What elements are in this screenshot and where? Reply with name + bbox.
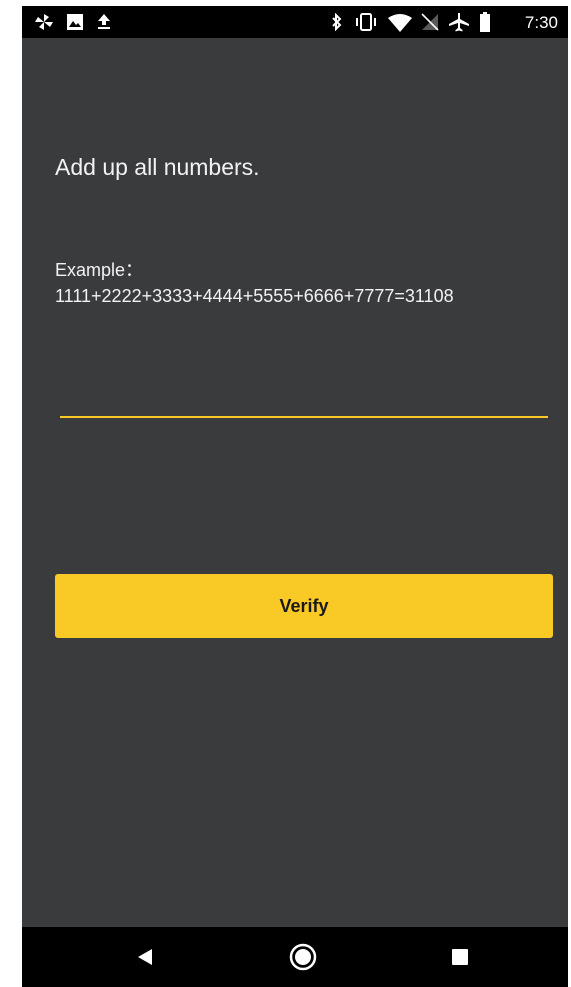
- upload-icon: [98, 14, 110, 29]
- navigation-bar: [22, 927, 568, 987]
- example-label: Example：: [55, 260, 144, 280]
- image-icon: [67, 14, 83, 30]
- verify-button[interactable]: Verify: [55, 574, 553, 638]
- phone-screen: 7:30 Add up all numbers. Example： 1111+2…: [22, 6, 568, 987]
- home-icon[interactable]: [289, 943, 317, 971]
- page-title: Add up all numbers.: [55, 154, 260, 180]
- recents-icon[interactable]: [452, 949, 468, 965]
- battery-icon: [480, 12, 490, 32]
- vibrate-icon: [356, 13, 376, 31]
- status-bar: 7:30: [22, 6, 568, 38]
- pinwheel-icon: [35, 14, 53, 30]
- bluetooth-icon: [332, 13, 342, 31]
- wifi-icon: [388, 14, 412, 32]
- status-time: 7:30: [524, 13, 558, 32]
- example-equation: 1111+2222+3333+4444+5555+6666+7777=31108: [55, 286, 454, 306]
- airplane-mode-icon: [449, 13, 469, 32]
- answer-input[interactable]: [60, 376, 548, 418]
- back-icon[interactable]: [137, 948, 153, 966]
- no-sim-icon: [421, 13, 439, 31]
